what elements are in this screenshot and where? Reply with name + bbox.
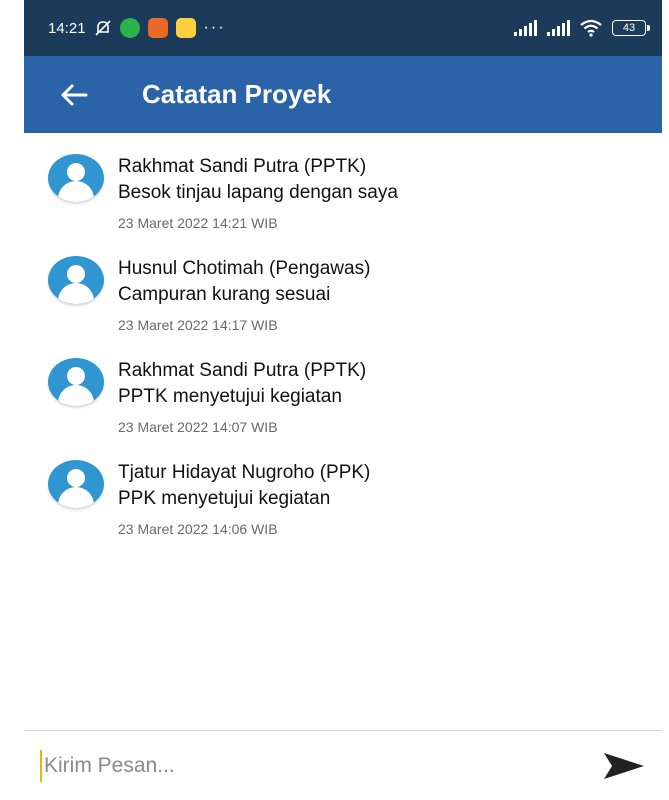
status-bar: 14:21 ··· 43 — [24, 0, 662, 56]
note-timestamp: 23 Maret 2022 14:06 WIB — [118, 521, 278, 537]
emoji-app-icon — [175, 18, 196, 38]
arrow-left-icon — [61, 84, 88, 105]
app-bar: Catatan Proyek — [24, 56, 662, 133]
back-button[interactable] — [54, 75, 94, 115]
note-author: Rakhmat Sandi Putra (PPTK) — [118, 156, 367, 177]
note-timestamp: 23 Maret 2022 14:17 WIB — [118, 317, 278, 333]
wifi-icon — [580, 19, 602, 37]
note-item: Rakhmat Sandi Putra (PPTK) Besok tinjau … — [24, 150, 662, 252]
avatar — [48, 358, 104, 406]
muted-bell-icon — [94, 20, 111, 36]
notes-list: Rakhmat Sandi Putra (PPTK) Besok tinjau … — [24, 150, 662, 558]
note-message: PPTK menyetujui kegiatan — [118, 386, 342, 407]
signal-icon-2 — [547, 20, 570, 36]
note-message: Campuran kurang sesuai — [118, 284, 331, 305]
more-notifications-icon: ··· — [203, 19, 226, 36]
whatsapp-icon — [119, 18, 140, 38]
avatar — [48, 460, 104, 508]
message-composer — [24, 730, 662, 800]
signal-icon-1 — [514, 20, 537, 36]
avatar — [48, 256, 104, 304]
note-timestamp: 23 Maret 2022 14:07 WIB — [118, 419, 278, 435]
note-author: Tjatur Hidayat Nugroho (PPK) — [118, 462, 371, 483]
alarm-app-icon — [147, 18, 168, 38]
avatar — [48, 154, 104, 202]
send-button[interactable] — [600, 742, 648, 790]
note-author: Husnul Chotimah (Pengawas) — [118, 258, 371, 279]
app-frame: 14:21 ··· 43 Catatan Proyek Rakhmat Sand… — [24, 0, 662, 800]
status-time: 14:21 — [48, 19, 86, 37]
note-item: Tjatur Hidayat Nugroho (PPK) PPK menyetu… — [24, 456, 662, 558]
note-timestamp: 23 Maret 2022 14:21 WIB — [118, 215, 278, 231]
note-item: Husnul Chotimah (Pengawas) Campuran kura… — [24, 252, 662, 354]
note-message: PPK menyetujui kegiatan — [118, 488, 331, 509]
send-icon — [604, 752, 644, 779]
page-title: Catatan Proyek — [142, 79, 332, 109]
battery-icon: 43 — [612, 20, 650, 36]
note-message: Besok tinjau lapang dengan saya — [118, 182, 398, 203]
message-input[interactable] — [40, 749, 600, 782]
note-author: Rakhmat Sandi Putra (PPTK) — [118, 360, 367, 381]
note-item: Rakhmat Sandi Putra (PPTK) PPTK menyetuj… — [24, 354, 662, 456]
